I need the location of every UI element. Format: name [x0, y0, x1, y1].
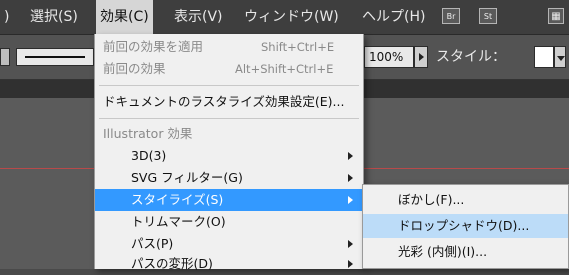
menu-item-crop-marks[interactable]: トリムマーク(O)	[95, 211, 363, 233]
submenu-item-label: 光彩 (内側)(I)...	[398, 244, 488, 259]
menu-item-label: SVG フィルター(G)	[131, 170, 243, 185]
stroke-profile-dropdown[interactable]	[16, 48, 94, 66]
effect-menu: 前回の効果を適用 Shift+Ctrl+E 前回の効果 Alt+Shift+Ct…	[94, 34, 364, 271]
submenu-item-inner-glow[interactable]: 光彩 (内側)(I)...	[363, 240, 568, 264]
menu-separator	[99, 118, 359, 119]
menu-item-label: 前回の効果を適用	[103, 39, 204, 54]
menu-item-shortcut: Alt+Shift+Ctrl+E	[235, 62, 334, 76]
submenu-item-feather[interactable]: ぼかし(F)...	[363, 188, 568, 212]
menu-view[interactable]: 表示(V)	[170, 0, 227, 34]
menu-bar: ) 選択(S) 効果(C) 表示(V) ウィンドウ(W) ヘルプ(H) Br S…	[0, 0, 569, 35]
menu-item-partial[interactable]: )	[0, 0, 13, 34]
menu-item-path[interactable]: パス(P)	[95, 233, 363, 255]
submenu-arrow-icon	[348, 196, 353, 204]
chevron-right-icon	[419, 53, 424, 61]
submenu-item-drop-shadow[interactable]: ドロップシャドウ(D)...	[363, 214, 568, 238]
menu-item-distort-transform[interactable]: パスの変形(D)	[95, 253, 363, 275]
style-swatch[interactable]	[534, 46, 554, 68]
menu-item-label: パスの変形(D)	[131, 256, 213, 271]
menu-item-last-effect: 前回の効果 Alt+Shift+Ctrl+E	[95, 58, 363, 80]
menu-item-stylize[interactable]: スタイライズ(S)	[95, 189, 363, 211]
menu-help[interactable]: ヘルプ(H)	[358, 0, 429, 34]
menu-effect[interactable]: 効果(C)	[96, 0, 153, 34]
stroke-weight-stepper[interactable]	[0, 48, 10, 66]
menu-item-3d[interactable]: 3D(3)	[95, 145, 363, 167]
menu-item-label: 3D(3)	[131, 148, 167, 163]
submenu-arrow-icon	[348, 174, 353, 182]
submenu-item-label: ドロップシャドウ(D)...	[398, 218, 530, 233]
menu-item-apply-last-effect: 前回の効果を適用 Shift+Ctrl+E	[95, 36, 363, 58]
menu-select[interactable]: 選択(S)	[26, 0, 82, 34]
menu-item-label: ドキュメントのラスタライズ効果設定(E)...	[103, 94, 345, 109]
menu-section-label: Illustrator 効果	[103, 126, 193, 141]
submenu-arrow-icon	[348, 152, 353, 160]
menu-section-illustrator-effects: Illustrator 効果	[95, 123, 363, 145]
submenu-arrow-icon	[348, 240, 353, 248]
submenu-arrow-icon	[348, 260, 353, 268]
bridge-icon[interactable]: Br	[442, 8, 460, 24]
menu-item-shortcut: Shift+Ctrl+E	[261, 40, 335, 54]
opacity-input[interactable]: 100%	[364, 46, 414, 68]
menu-item-label: トリムマーク(O)	[131, 214, 226, 229]
menu-item-svg-filters[interactable]: SVG フィルター(G)	[95, 167, 363, 189]
stylize-submenu: ぼかし(F)... ドロップシャドウ(D)... 光彩 (内側)(I)...	[362, 184, 569, 269]
submenu-item-label: ぼかし(F)...	[398, 192, 465, 207]
menu-window[interactable]: ウィンドウ(W)	[240, 0, 343, 34]
stock-icon[interactable]: St	[479, 8, 497, 24]
opacity-dropdown-button[interactable]	[414, 46, 428, 68]
menu-item-raster-effects-settings[interactable]: ドキュメントのラスタライズ効果設定(E)...	[95, 91, 363, 113]
style-dropdown-button[interactable]	[554, 46, 566, 68]
menu-item-label: パス(P)	[131, 236, 174, 251]
stroke-line-preview	[25, 56, 85, 58]
workspace-icon[interactable]: ▦	[548, 8, 564, 24]
chevron-down-icon	[557, 56, 565, 61]
menu-item-label: スタイライズ(S)	[131, 192, 224, 207]
menu-separator	[99, 85, 359, 86]
style-label: スタイル：	[436, 49, 506, 65]
menu-item-label: 前回の効果	[103, 61, 166, 76]
